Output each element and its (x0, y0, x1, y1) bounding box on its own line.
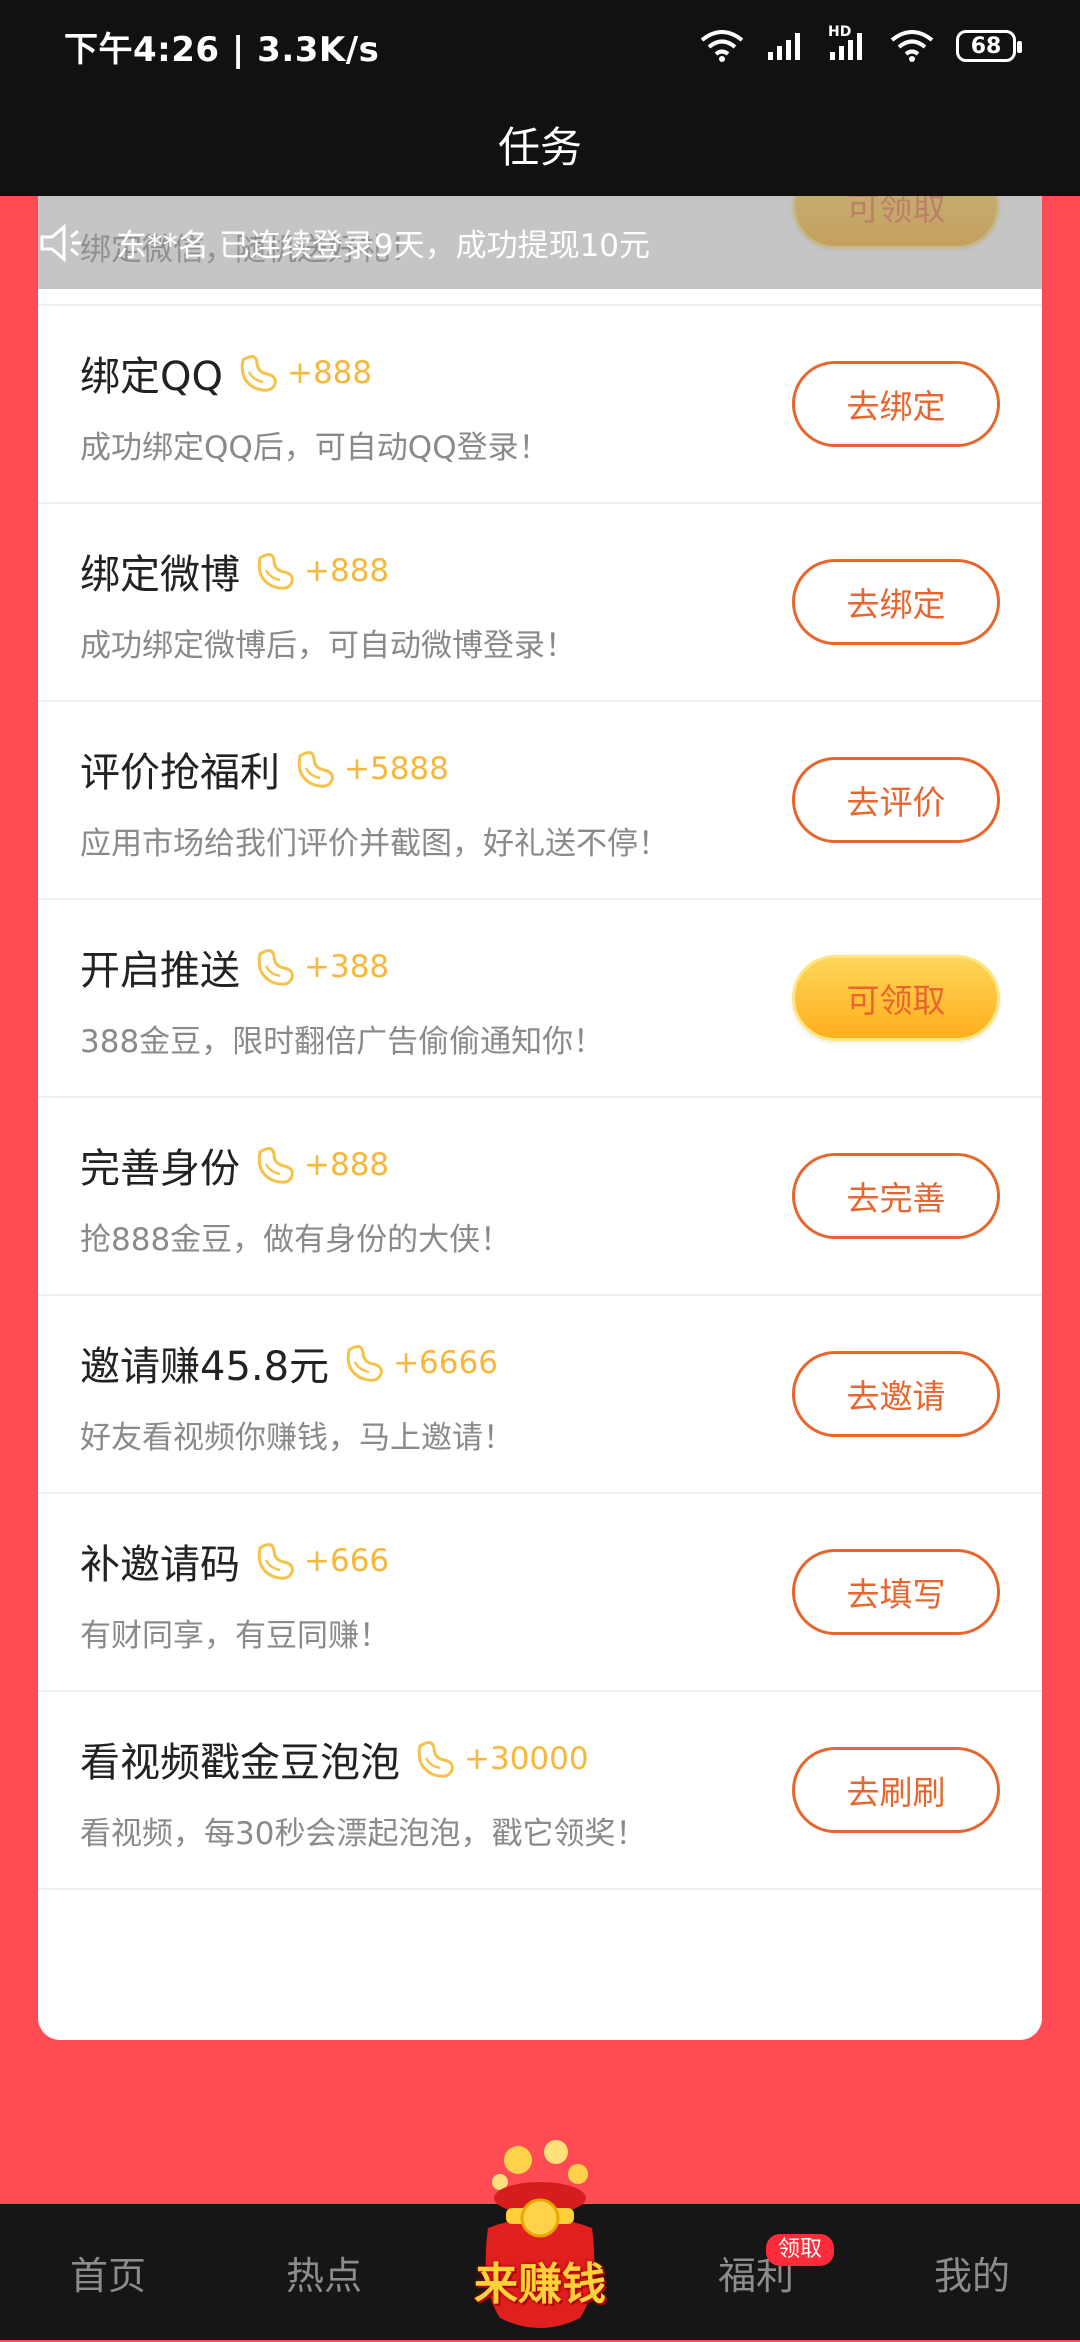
task-row: 绑定QQ +888 成功绑定QQ后，可自动QQ登录！ 去绑定 (38, 306, 1042, 504)
task-description: 成功绑定微博后，可自动微博登录！ (80, 628, 576, 664)
task-row: 开启推送 +388 388金豆，限时翻倍广告偷偷通知你！ 可领取 (38, 900, 1042, 1098)
hd-label: HD (828, 24, 852, 40)
task-reward: +5888 (344, 751, 449, 787)
task-action-button[interactable]: 可领取 (792, 955, 1000, 1041)
battery-level: 68 (970, 33, 1002, 59)
task-description: 抢888金豆，做有身份的大侠！ (80, 1222, 512, 1258)
task-title: 开启推送 (80, 948, 240, 994)
task-description: 看视频，每30秒会漂起泡泡，戳它领奖！ (80, 1816, 647, 1852)
gold-bean-icon (257, 1147, 294, 1184)
task-title: 绑定微博 (80, 552, 240, 598)
gold-bean-icon (257, 553, 294, 590)
task-action-button[interactable]: 去邀请 (792, 1351, 1000, 1437)
earn-money-label: 来赚钱 (474, 2259, 606, 2310)
task-action-button[interactable]: 去评价 (792, 757, 1000, 843)
nav-mine-label: 我的 (933, 2253, 1010, 2298)
task-title: 绑定QQ (80, 354, 223, 400)
task-title-line: 绑定QQ +888 (80, 348, 373, 400)
wifi-secondary-icon (890, 30, 934, 62)
gold-bean-icon (257, 1543, 294, 1580)
task-title-line: 绑定微博 +888 (80, 546, 390, 598)
task-title-line: 邀请赚45.8元 +6666 (80, 1338, 498, 1390)
task-action-button[interactable]: 去绑定 (792, 361, 1000, 447)
nav-hot[interactable]: 热点 (216, 2245, 432, 2300)
status-time: 下午4:26 | 3.3K/s (64, 29, 380, 70)
task-title: 评价抢福利 (80, 750, 280, 796)
task-reward: +888 (304, 1147, 390, 1183)
task-title: 看视频戳金豆泡泡 (80, 1740, 400, 1786)
task-card: 绑定微信+688绑定微信，随机送好礼！可领取绑定QQ+888成功绑定QQ后，可自… (38, 196, 1042, 2040)
signal-icon (768, 33, 800, 60)
task-title-line: 补邀请码 +666 (80, 1536, 390, 1588)
page-header: 任务 (0, 92, 1080, 196)
task-description: 成功绑定QQ后，可自动QQ登录！ (80, 430, 550, 466)
task-description: 有财同享，有豆同赚！ (80, 1618, 390, 1654)
task-row: 邀请赚45.8元 +6666 好友看视频你赚钱，马上邀请！ 去邀请 (38, 1296, 1042, 1494)
signal-hd-icon: HD (828, 24, 868, 62)
task-reward: +888 (286, 355, 373, 391)
nav-home-label: 首页 (69, 2253, 146, 2298)
task-description: 应用市场给我们评价并截图，好礼送不停！ (80, 826, 669, 862)
task-row: 看视频戳金豆泡泡 +30000 看视频，每30秒会漂起泡泡，戳它领奖！ 去刷刷 (38, 1692, 1042, 1890)
status-icons: HD 68 (700, 24, 1022, 62)
task-row: 绑定微博 +888 成功绑定微博后，可自动微博登录！ 去绑定 (38, 504, 1042, 702)
gold-bean-icon (240, 355, 277, 392)
task-list: 绑定微信+688绑定微信，随机送好礼！可领取绑定QQ+888成功绑定QQ后，可自… (38, 196, 1042, 1890)
gold-bean-icon (417, 1741, 454, 1778)
task-action-button[interactable]: 去绑定 (792, 559, 1000, 645)
task-title: 补邀请码 (80, 1542, 240, 1588)
task-description: 好友看视频你赚钱，马上邀请！ (80, 1420, 514, 1456)
battery-icon: 68 (956, 30, 1022, 62)
task-row: 补邀请码 +666 有财同享，有豆同赚！ 去填写 (38, 1494, 1042, 1692)
notice-text: 东**名 已连续登录9天，成功提现10元 (116, 228, 651, 264)
task-row: 完善身份 +888 抢888金豆，做有身份的大侠！ 去完善 (38, 1098, 1042, 1296)
wifi-icon (700, 30, 744, 62)
task-action-button[interactable]: 去刷刷 (792, 1747, 1000, 1833)
task-action-button[interactable]: 去填写 (792, 1549, 1000, 1635)
nav-mine[interactable]: 我的 (864, 2245, 1080, 2300)
speaker-icon (40, 223, 81, 262)
nav-hot-label: 热点 (285, 2253, 362, 2298)
task-row: 评价抢福利 +5888 应用市场给我们评价并截图，好礼送不停！ 去评价 (38, 702, 1042, 900)
task-title-line: 评价抢福利 +5888 (80, 744, 449, 796)
task-title-line: 看视频戳金豆泡泡 +30000 (80, 1734, 589, 1786)
gold-bean-icon (297, 751, 334, 788)
notice-banner: 东**名 已连续登录9天，成功提现10元 (38, 196, 1042, 289)
task-title-line: 开启推送 +388 (80, 942, 390, 994)
gold-bean-icon (346, 1345, 383, 1382)
task-reward: +888 (304, 553, 390, 589)
task-action-button[interactable]: 去完善 (792, 1153, 1000, 1239)
task-description: 388金豆，限时翻倍广告偷偷通知你！ (80, 1024, 605, 1060)
status-bar: 下午4:26 | 3.3K/s HD 68 (0, 0, 1080, 92)
task-reward: +388 (304, 949, 390, 985)
task-reward: +30000 (464, 1741, 589, 1777)
task-reward: +666 (304, 1543, 390, 1579)
task-title: 邀请赚45.8元 (80, 1344, 330, 1390)
task-reward: +6666 (393, 1345, 498, 1381)
task-title: 完善身份 (80, 1146, 240, 1192)
gold-bean-icon (257, 949, 294, 986)
earn-money-button[interactable]: 来赚钱 (460, 2138, 620, 2338)
page-title: 任务 (497, 122, 582, 172)
welfare-badge: 领取 (766, 2234, 835, 2266)
nav-home[interactable]: 首页 (0, 2245, 216, 2300)
task-title-line: 完善身份 +888 (80, 1140, 390, 1192)
